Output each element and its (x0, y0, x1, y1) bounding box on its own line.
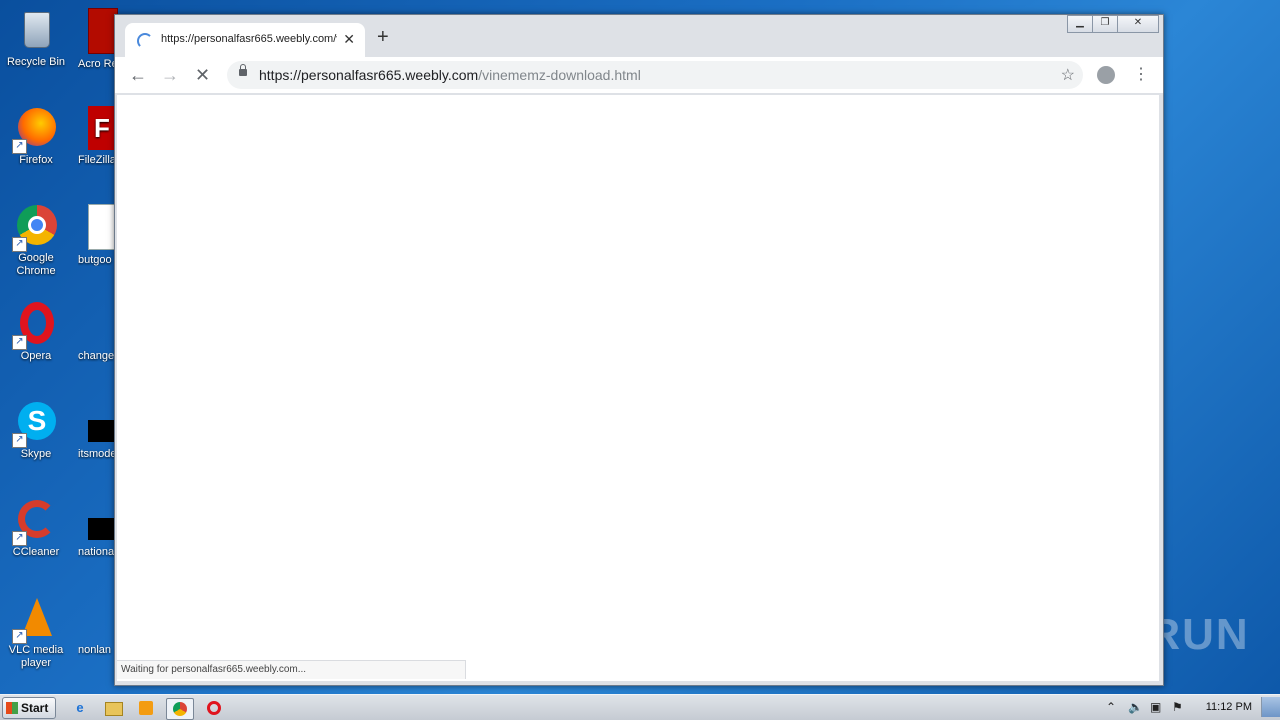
filezilla-icon: F (88, 106, 116, 150)
back-button[interactable]: ← (129, 65, 147, 85)
media-player-taskbar-icon[interactable] (136, 698, 156, 718)
skype-icon: S ↗ (12, 400, 58, 448)
network-icon[interactable]: ▣ (1150, 700, 1161, 714)
opera-icon: ↗ (12, 302, 58, 350)
chrome-window: https://personalfasr665.weebly.com/vinem… (114, 14, 1164, 686)
forward-button[interactable]: → (161, 65, 179, 85)
desktop-icon-ccleaner[interactable]: ↗ CCleaner (3, 498, 69, 559)
url-text[interactable]: https://personalfasr665.weebly.com/vinem… (259, 67, 641, 83)
menu-kebab-icon[interactable]: ⋮ (1133, 65, 1149, 85)
ie-taskbar-icon[interactable]: e (70, 698, 90, 718)
status-bubble: Waiting for personalfasr665.weebly.com..… (117, 660, 466, 679)
system-tray: ⌃ 🔈 ▣ ⚑ 11:12 PM (1100, 695, 1280, 720)
loading-spinner-icon (137, 33, 153, 49)
firefox-icon: ↗ (12, 106, 58, 154)
window-close-button[interactable]: ✕ (1117, 15, 1159, 33)
desktop-icon-skype[interactable]: S ↗ Skype (3, 400, 69, 461)
profile-avatar-icon[interactable] (1097, 66, 1115, 84)
recycle-bin-icon (14, 8, 58, 52)
desktop-icon-acrobat[interactable]: Acro Reade (78, 8, 118, 71)
tab-strip: https://personalfasr665.weebly.com/vinem… (115, 15, 1163, 57)
windows-logo-icon (6, 702, 18, 714)
bookmark-star-icon[interactable]: ☆ (1061, 65, 1075, 85)
start-button[interactable]: Start (2, 697, 56, 719)
show-desktop-button[interactable] (1261, 697, 1280, 717)
tab-title: https://personalfasr665.weebly.com/vinem… (161, 33, 337, 45)
restore-button[interactable]: ❐ (1092, 15, 1118, 33)
page-content (117, 95, 1159, 681)
action-center-flag-icon[interactable]: ⚑ (1172, 700, 1183, 714)
taskbar: Start e ⌃ 🔈 ▣ ⚑ 11:12 PM (0, 694, 1280, 720)
address-bar[interactable]: https://personalfasr665.weebly.com/vinem… (227, 61, 1083, 89)
browser-tab[interactable]: https://personalfasr665.weebly.com/vinem… (125, 23, 365, 57)
desktop-icon-nationa[interactable]: nationa (78, 498, 118, 558)
desktop-icon-butgoo[interactable]: butgoo (78, 204, 118, 266)
desktop-icon-nonlan[interactable]: nonlan (78, 596, 118, 656)
desktop-icon-filezilla[interactable]: F FileZilla (78, 106, 118, 166)
chrome-icon: ↗ (12, 204, 58, 252)
window-controls: ▁ ❐ ✕ (1067, 15, 1159, 33)
browser-toolbar: ← → ✕ https://personalfasr665.weebly.com… (115, 57, 1163, 93)
opera-taskbar-icon[interactable] (204, 698, 224, 718)
volume-icon[interactable]: 🔈 (1128, 700, 1143, 714)
explorer-taskbar-icon[interactable] (104, 698, 124, 718)
tab-close-icon[interactable]: ✕ (343, 31, 355, 48)
desktop-icon-firefox[interactable]: ↗ Firefox (3, 106, 69, 167)
desktop-icon-change[interactable]: change (78, 302, 118, 362)
desktop-icon-google-chrome[interactable]: ↗ Google Chrome (3, 204, 69, 278)
lock-icon (239, 64, 247, 76)
file-icon (88, 302, 116, 346)
black-file-icon (88, 400, 116, 444)
desktop-icon-itsmode[interactable]: itsmode (78, 400, 118, 460)
show-hidden-icons-icon[interactable]: ⌃ (1106, 700, 1116, 714)
stop-loading-button[interactable]: ✕ (195, 65, 210, 85)
file-icon (88, 596, 116, 640)
minimize-button[interactable]: ▁ (1067, 15, 1093, 33)
new-tab-button[interactable]: + (377, 27, 389, 47)
black-file-icon (88, 498, 116, 542)
ccleaner-icon: ↗ (12, 498, 58, 546)
desktop-icon-recycle-bin[interactable]: Recycle Bin (3, 8, 69, 69)
chrome-taskbar-icon[interactable] (166, 698, 194, 720)
url-host: https://personalfasr665.weebly.com (259, 67, 479, 83)
desktop-icon-vlc[interactable]: ↗ VLC media player (3, 596, 69, 670)
url-path: /vinememz-download.html (478, 67, 641, 83)
clock[interactable]: 11:12 PM (1206, 701, 1252, 713)
vlc-icon: ↗ (12, 596, 58, 644)
desktop-icon-opera[interactable]: ↗ Opera (3, 302, 69, 363)
